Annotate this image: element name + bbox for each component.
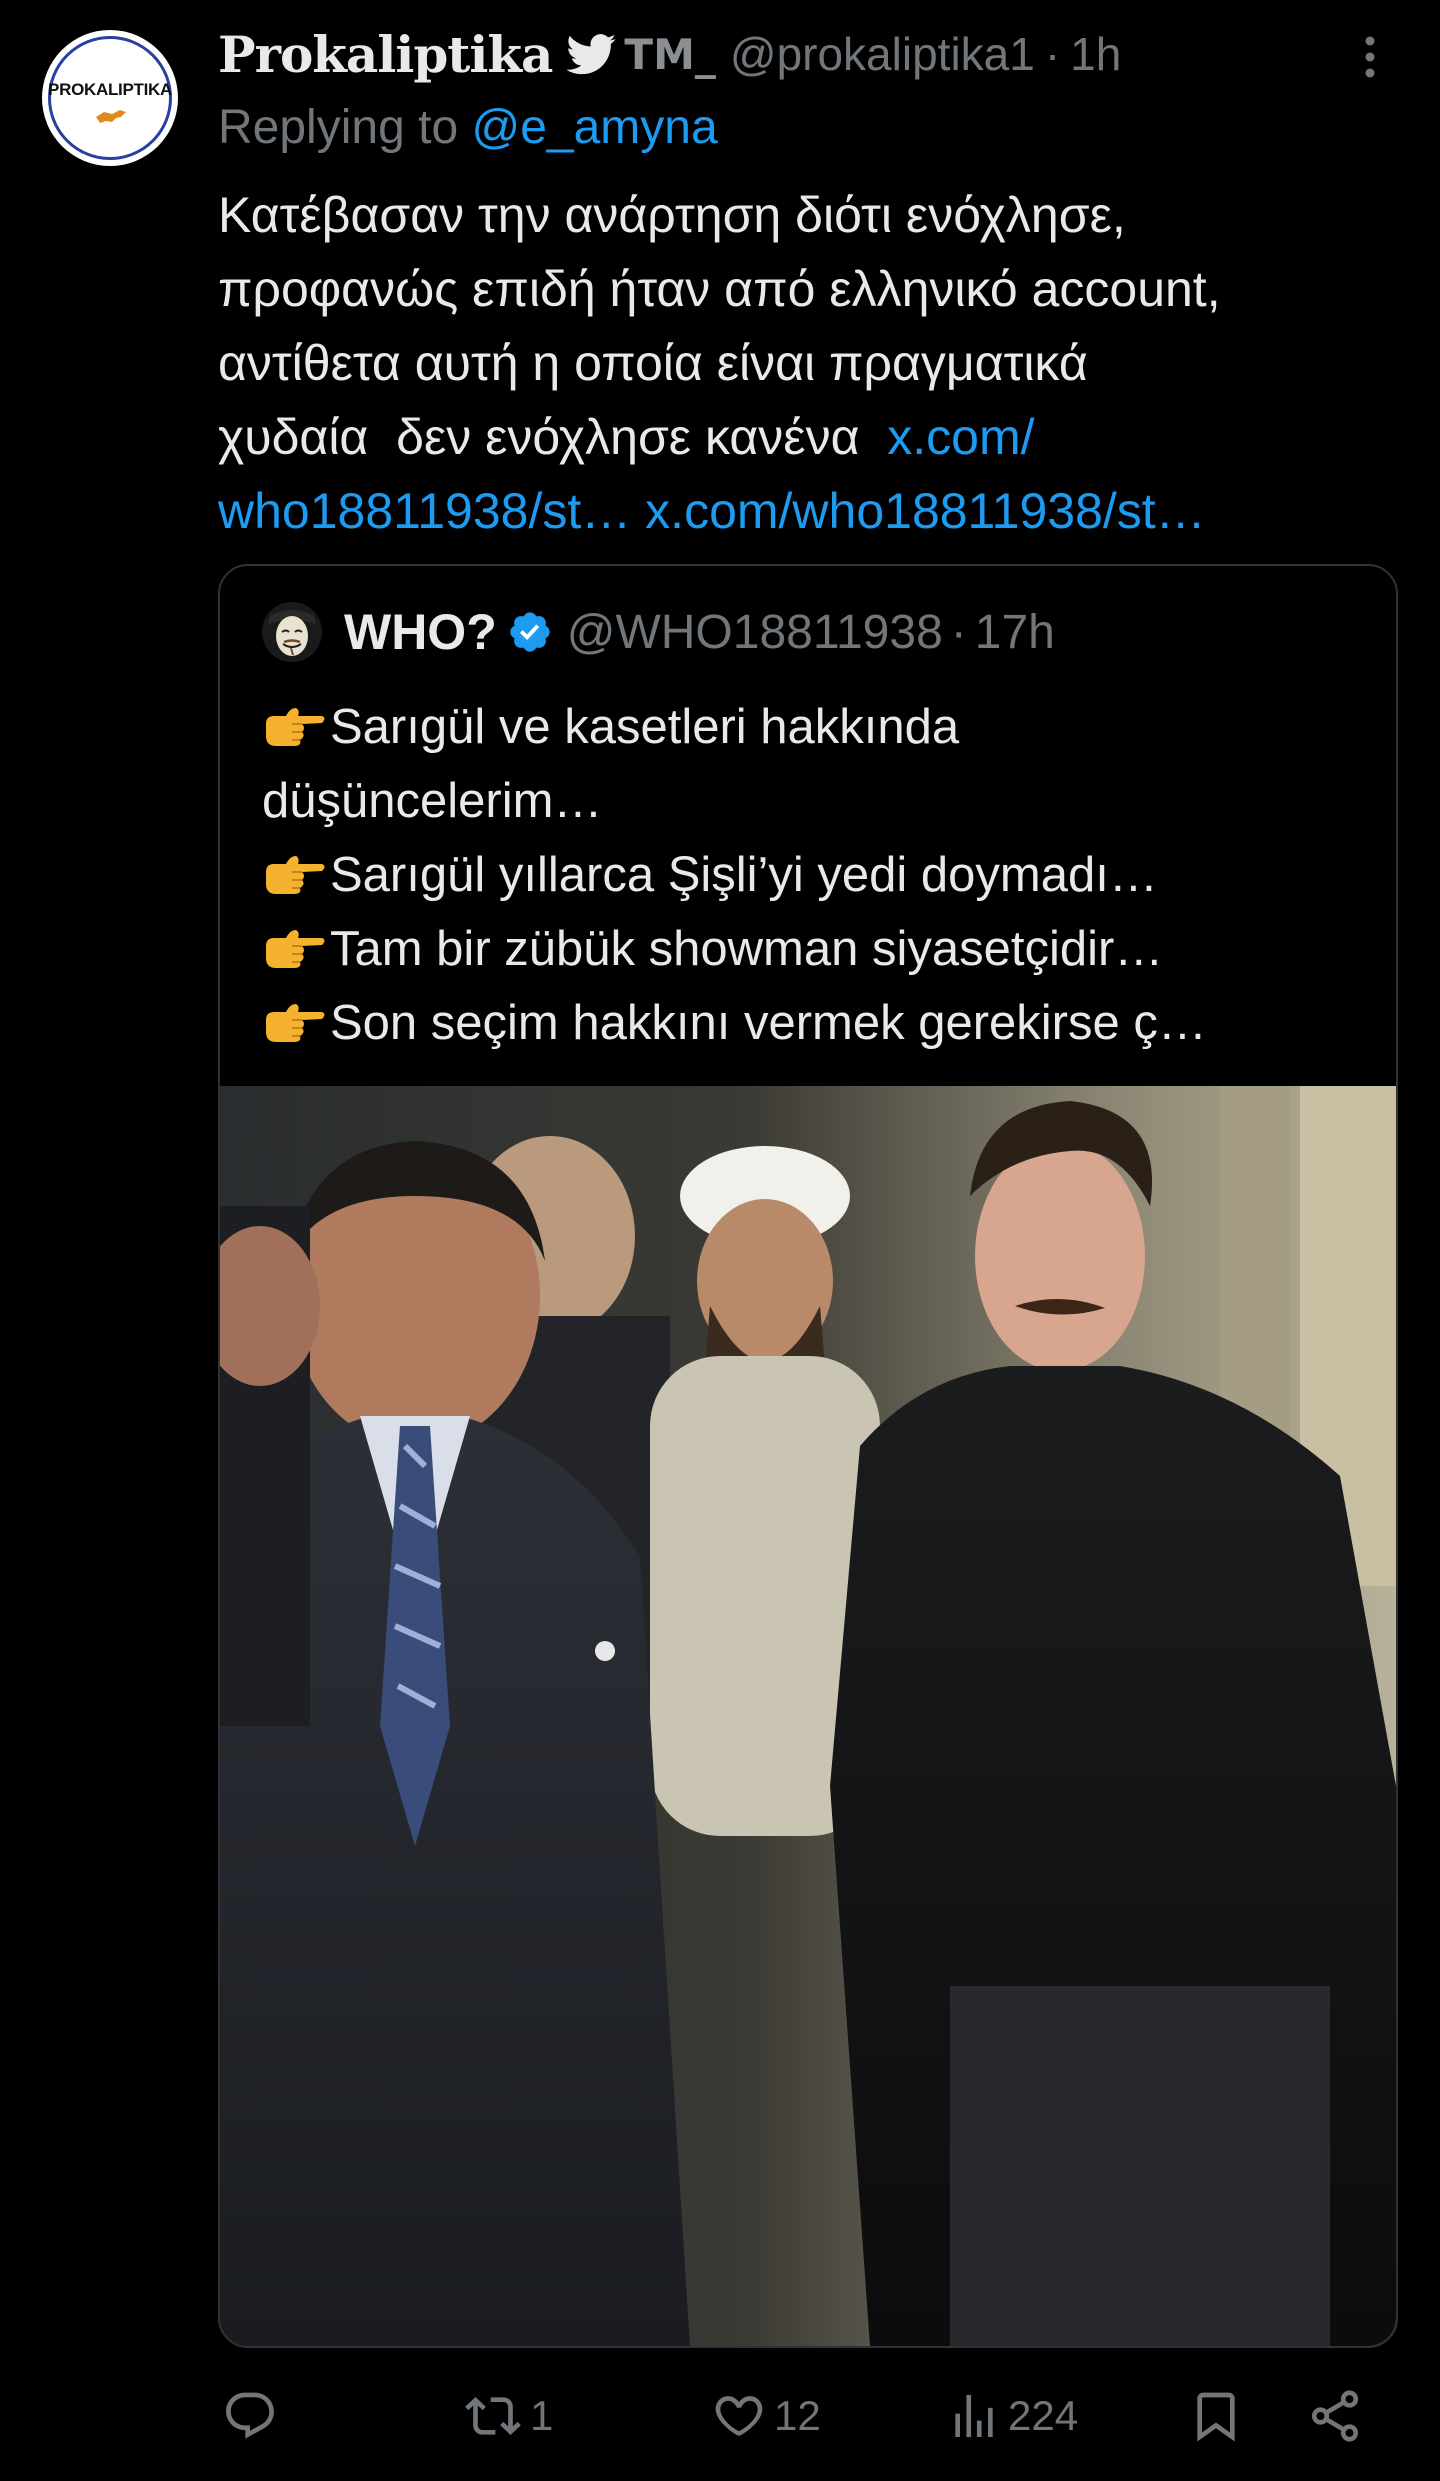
- retweet-button[interactable]: 1: [462, 2376, 553, 2456]
- share-button[interactable]: [1306, 2376, 1364, 2456]
- tweet-header: Prokaliptika TM_ @prokaliptika1 · 1h: [218, 22, 1121, 86]
- retweet-count: 1: [530, 2392, 554, 2439]
- quote-text-line: Tam bir zübük showman siyasetçidir…: [262, 912, 1362, 986]
- quoted-tweet[interactable]: WHO? @WHO18811938 · 17h Sarıgül ve kaset…: [218, 564, 1398, 2348]
- quote-separator: ·: [950, 605, 967, 659]
- quote-author-handle[interactable]: @WHO18811938: [567, 605, 943, 660]
- avatar-logo-text: PROKALIPTIKA: [48, 80, 172, 99]
- author-handle[interactable]: @prokaliptika1: [730, 27, 1035, 81]
- author-display-name[interactable]: Prokaliptika: [218, 25, 553, 84]
- retweet-icon: [465, 2397, 521, 2435]
- tweet-text-line: χυδαία δεν ενόχλησε κανένα x.com/: [218, 400, 1398, 474]
- pointing-right-emoji-icon: [266, 1004, 325, 1042]
- tweet-text-line: Κατέβασαν την ανάρτηση διότι ενόχλησε,: [218, 187, 1126, 243]
- pointing-right-emoji-icon: [266, 856, 325, 894]
- tweet-action-bar: 1 12 224: [0, 2376, 1440, 2456]
- bookmark-button[interactable]: [1188, 2376, 1244, 2456]
- tweet-timestamp[interactable]: 1h: [1070, 27, 1121, 81]
- quote-text-content: Son seçim hakkını vermek gerekirse ç…: [330, 996, 1207, 1050]
- quote-text-content: Sarıgül ve kasetleri hakkında: [330, 700, 960, 754]
- cyprus-map-icon: [96, 110, 126, 123]
- more-options-icon[interactable]: [1350, 32, 1390, 82]
- like-count: 12: [774, 2392, 821, 2439]
- quote-header: WHO? @WHO18811938 · 17h: [262, 602, 1055, 662]
- quote-author-avatar[interactable]: [262, 602, 322, 662]
- pointing-right-emoji-icon: [266, 708, 325, 746]
- views-count: 224: [1008, 2392, 1079, 2439]
- tweet-text-fragment: χυδαία δεν ενόχλησε κανένα: [218, 409, 888, 465]
- quote-text-content: Tam bir zübük showman siyasetçidir…: [330, 922, 1164, 976]
- tweet-text-line: who18811938/st… x.com/who18811938/st…: [218, 474, 1398, 548]
- quote-text-content: düşüncelerim…: [262, 774, 603, 828]
- like-button[interactable]: 12: [710, 2376, 821, 2456]
- reply-button[interactable]: [222, 2376, 278, 2456]
- quote-text-line: Sarıgül yıllarca Şişli’yi yedi doymadı…: [262, 838, 1362, 912]
- guy-fawkes-mask-icon: [262, 602, 322, 662]
- verified-badge-icon: [510, 612, 550, 652]
- replying-to-mention[interactable]: @e_amyna: [471, 101, 717, 154]
- views-button[interactable]: 224: [946, 2376, 1078, 2456]
- bird-icon: [566, 34, 617, 75]
- quote-text-line: Sarıgül ve kasetleri hakkında: [262, 690, 1362, 764]
- heart-icon: [715, 2396, 763, 2436]
- replying-to: Replying to @e_amyna: [218, 100, 718, 155]
- tweet-link-2[interactable]: x.com/who18811938/st…: [645, 483, 1206, 539]
- quote-media-photo[interactable]: [220, 1086, 1396, 2346]
- header-separator: ·: [1044, 28, 1061, 80]
- quote-timestamp[interactable]: 17h: [975, 605, 1055, 660]
- quote-text-line: düşüncelerim…: [262, 764, 1362, 838]
- tweet-link-1-continued[interactable]: who18811938/st…: [218, 483, 631, 539]
- pointing-right-emoji-icon: [266, 930, 325, 968]
- views-bar-chart-icon: [955, 2395, 993, 2437]
- tweet-text-line: προφανώς επιδή ήταν από ελληνικό account…: [218, 261, 1221, 317]
- tweet-text-line: αντίθετα αυτή η οποία είναι πραγματικά: [218, 335, 1088, 391]
- trademark-suffix: TM_: [624, 29, 716, 79]
- tweet-article[interactable]: PROKALIPTIKA Prokaliptika TM_ @prokalipt…: [0, 0, 1440, 2481]
- photo-illustration: [220, 1086, 1396, 2346]
- bookmark-icon: [1197, 2392, 1235, 2442]
- replying-prefix: Replying to: [218, 101, 459, 154]
- share-icon: [1311, 2390, 1359, 2442]
- tweet-text: Κατέβασαν την ανάρτηση διότι ενόχλησε, π…: [218, 178, 1398, 548]
- tweet-link-1[interactable]: x.com/: [887, 409, 1034, 465]
- reply-icon: [226, 2392, 274, 2439]
- quote-text-content: Sarıgül yıllarca Şişli’yi yedi doymadı…: [330, 848, 1158, 902]
- quote-author-name[interactable]: WHO?: [344, 603, 497, 661]
- quote-text-line: Son seçim hakkını vermek gerekirse ç…: [262, 986, 1362, 1060]
- author-avatar[interactable]: PROKALIPTIKA: [42, 30, 178, 166]
- quote-text: Sarıgül ve kasetleri hakkında düşünceler…: [262, 690, 1362, 1060]
